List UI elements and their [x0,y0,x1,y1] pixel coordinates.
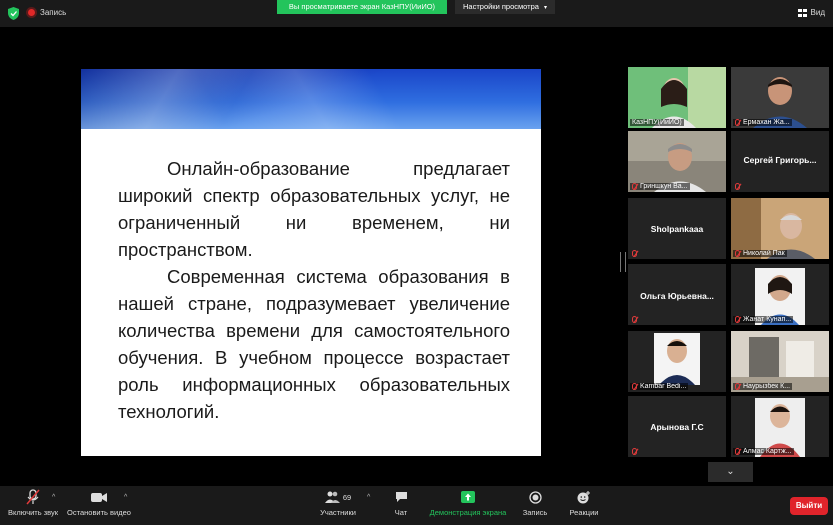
recording-indicator[interactable]: Запись [28,8,66,17]
participant-tile[interactable]: Наурызбек К... [731,331,829,392]
participant-label [733,183,745,190]
slide-header-banner [81,69,541,129]
participant-label [630,250,642,257]
mic-muted-icon [26,486,40,508]
record-icon [528,486,542,508]
splitter-handle[interactable] [620,252,626,272]
record-label: Запись [522,508,548,517]
mic-muted-icon [735,383,740,390]
participants-button[interactable]: 69 Участники [318,486,358,525]
slide-paragraph: Современная система образования в нашей … [118,266,510,422]
participant-tile[interactable]: Жанат Кунап... [731,264,829,325]
participant-tile[interactable]: Kambar Bedi... [628,331,726,392]
slide-body: Онлайн-образование предлагает широкий сп… [118,155,510,425]
mic-muted-icon [632,250,637,257]
smiley-plus-icon [577,486,591,508]
share-banner: Вы просматриваете экран КазНПУ(ИиИО) [277,0,447,14]
reactions-label: Реакции [569,508,599,517]
participants-icon: 69 [324,486,352,508]
mic-muted-icon [735,119,740,126]
participant-tile[interactable]: Гриншкун Ва... [628,131,726,192]
view-options-button[interactable]: Настройки просмотра ▾ [455,0,556,14]
mic-muted-icon [735,183,740,190]
video-options-caret-icon[interactable]: ^ [124,494,127,501]
leave-button[interactable]: Выйти [790,497,828,515]
chat-bubble-icon [395,486,408,508]
participant-tile[interactable]: Николай Пак [731,198,829,259]
participant-tile[interactable]: Арынова Г.С [628,396,726,457]
record-button[interactable]: Запись [520,486,550,525]
unmute-label: Включить звук [7,508,59,517]
participants-label: Участники [320,508,356,517]
chevron-down-icon: ⌄ [726,466,735,477]
share-screen-label: Демонстрация экрана [429,508,507,517]
gallery-grid-icon [797,8,807,17]
participant-label: Алмас Картж... [733,448,794,455]
participant-label: Ермахан Жа... [733,119,792,126]
participants-options-caret-icon[interactable]: ^ [367,494,370,501]
participant-tile[interactable]: Ольга Юрьевна... [628,264,726,325]
participant-label: Наурызбек К... [733,383,793,390]
view-mode-label: Вид [810,8,825,17]
gallery-next-button[interactable]: ⌄ [708,462,753,482]
participant-tile[interactable]: Алмас Картж... [731,396,829,457]
share-screen-icon [461,486,475,508]
participant-name: Ольга Юрьевна... [640,291,714,301]
reactions-button[interactable]: Реакции [567,486,601,525]
mic-muted-icon [632,383,637,390]
top-bar: Запись Вы просматриваете экран КазНПУ(Ии… [0,0,833,27]
participant-label: Жанат Кунап... [733,316,794,323]
participant-label: КазНПУ(ИиИО) [630,119,684,126]
recording-dot-icon [28,9,35,16]
mic-muted-icon [632,183,637,190]
participant-tile[interactable]: Сергей Григорь... [731,131,829,192]
stop-video-button[interactable]: Остановить видео [66,486,132,525]
mic-muted-icon [632,448,637,455]
view-mode-button[interactable]: Вид [797,8,825,17]
mic-muted-icon [735,448,740,455]
participants-count: 69 [342,492,352,502]
view-options-label: Настройки просмотра [463,2,539,11]
participant-name: Сергей Григорь... [743,155,817,165]
stop-video-label: Остановить видео [67,508,131,517]
participant-tile[interactable]: Sholpankaaa [628,198,726,259]
chevron-down-icon: ▾ [544,5,548,11]
audio-options-caret-icon[interactable]: ^ [52,494,55,501]
participant-label [630,316,642,323]
participant-tile[interactable]: Ермахан Жа... [731,67,829,128]
chat-label: Чат [394,508,408,517]
participant-label [630,448,642,455]
presentation-slide: Онлайн-образование предлагает широкий сп… [81,69,541,456]
slide-paragraph: Онлайн-образование предлагает широкий сп… [118,158,510,260]
mic-muted-icon [735,250,740,257]
video-camera-icon [91,486,107,508]
participant-name: Sholpankaaa [650,224,704,234]
security-shield-icon[interactable] [8,7,19,20]
participant-label: Гриншкун Ва... [630,183,690,190]
participant-label: Николай Пак [733,250,787,257]
meeting-toolbar: Включить звук ^ Остановить видео ^ 69 Уч… [0,486,833,525]
share-screen-button[interactable]: Демонстрация экрана [428,486,508,525]
recording-label: Запись [40,8,67,17]
mic-muted-icon [632,316,637,323]
participant-label: Kambar Bedi... [630,383,689,390]
mic-muted-icon [735,316,740,323]
participant-tile[interactable]: КазНПУ(ИиИО) [628,67,726,128]
participant-name: Арынова Г.С [650,422,704,432]
chat-button[interactable]: Чат [389,486,413,525]
unmute-button[interactable]: Включить звук [7,486,59,525]
